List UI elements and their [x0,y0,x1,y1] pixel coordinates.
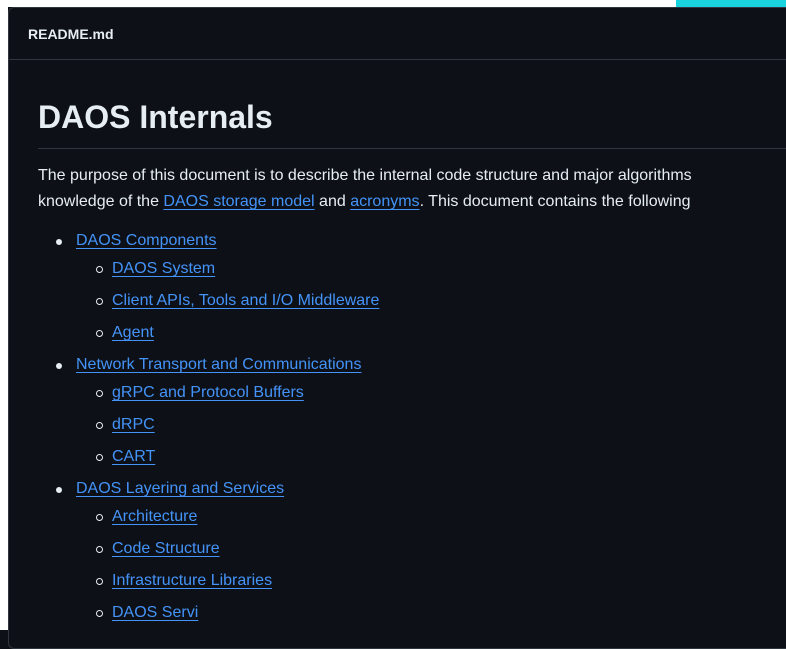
acronyms-link[interactable]: acronyms [350,193,419,210]
toc-sublink[interactable]: CART [112,448,155,465]
storage-model-link[interactable]: DAOS storage model [163,193,314,210]
intro-paragraph: The purpose of this document is to descr… [38,163,786,215]
intro-text-2: knowledge of the [38,193,164,210]
table-of-contents: DAOS Components DAOS System Client APIs,… [38,230,786,624]
toc-sublist: DAOS System Client APIs, Tools and I/O M… [76,258,786,344]
file-header: README.md [9,8,786,60]
toc-subitem: DAOS Servi [76,602,786,624]
file-title[interactable]: README.md [28,26,114,42]
toc-sublink[interactable]: Infrastructure Libraries [112,572,272,589]
toc-subitem: Architecture [76,506,786,528]
toc-sublink[interactable]: Agent [112,324,154,341]
intro-text-1: The purpose of this document is to descr… [38,167,692,184]
toc-link[interactable]: DAOS Components [76,232,217,249]
toc-subitem: DAOS System [76,258,786,280]
toc-sublink[interactable]: Code Structure [112,540,220,557]
toc-subitem: gRPC and Protocol Buffers [76,382,786,404]
toc-item-daos-components: DAOS Components DAOS System Client APIs,… [38,230,786,344]
toc-subitem: Infrastructure Libraries [76,570,786,592]
window-top-edge [0,0,786,7]
toc-subitem: CART [76,446,786,468]
toc-subitem: Client APIs, Tools and I/O Middleware [76,290,786,312]
toc-sublink[interactable]: DAOS Servi [112,604,198,621]
toc-sublink[interactable]: gRPC and Protocol Buffers [112,384,304,401]
toc-sublist: Architecture Code Structure Infrastructu… [76,506,786,624]
toc-sublink[interactable]: Client APIs, Tools and I/O Middleware [112,292,379,309]
toc-sublist: gRPC and Protocol Buffers dRPC CART [76,382,786,468]
toc-item-network-transport: Network Transport and Communications gRP… [38,354,786,468]
window-left-edge [0,0,8,630]
toc-link[interactable]: DAOS Layering and Services [76,480,284,497]
toc-sublink[interactable]: Architecture [112,508,197,525]
toc-link[interactable]: Network Transport and Communications [76,356,361,373]
accent-bar [676,0,786,7]
toc-subitem: Agent [76,322,786,344]
toc-item-layering-services: DAOS Layering and Services Architecture … [38,478,786,624]
readme-content: DAOS Internals The purpose of this docum… [38,100,786,634]
toc-sublink[interactable]: dRPC [112,416,155,433]
toc-subitem: Code Structure [76,538,786,560]
toc-sublink[interactable]: DAOS System [112,260,215,277]
intro-and: and [314,193,351,210]
intro-text-3: . This document contains the following [419,193,691,210]
page-title: DAOS Internals [38,100,786,149]
toc-subitem: dRPC [76,414,786,436]
